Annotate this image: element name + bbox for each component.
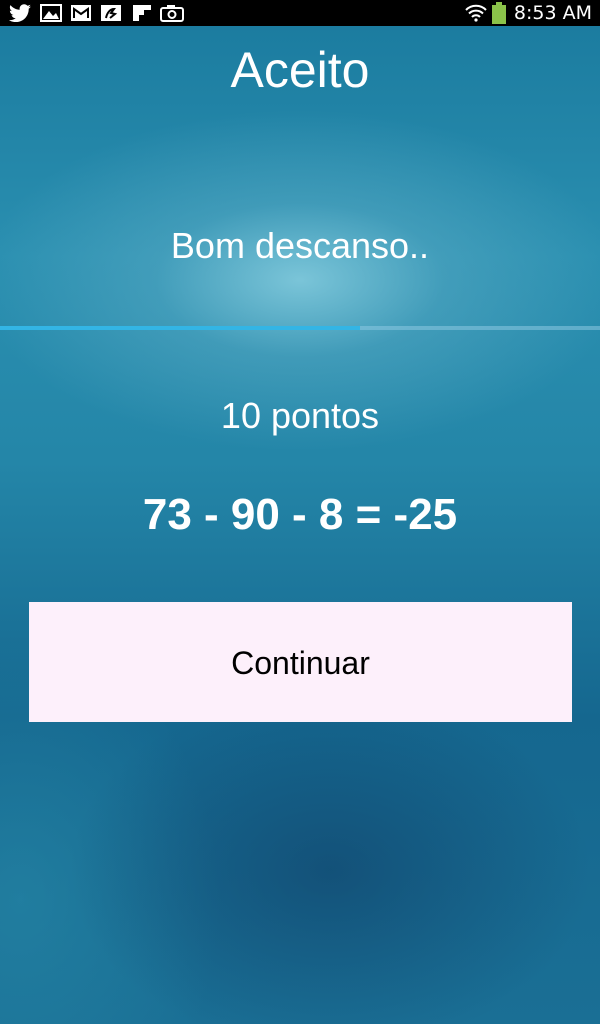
status-bar: 8:53 AM [0, 0, 600, 26]
status-time: 8:53 AM [513, 2, 592, 24]
screen-title: Aceito [230, 42, 370, 98]
continue-button[interactable]: Continuar [29, 602, 572, 722]
flipboard-icon [133, 5, 151, 21]
twitter-icon [9, 4, 31, 22]
wifi-icon [465, 4, 487, 22]
gallery-icon [40, 4, 62, 22]
rest-message: Bom descanso.. [170, 225, 430, 266]
gmail-icon [71, 5, 91, 21]
app-icon [101, 5, 121, 21]
battery-icon [492, 2, 506, 24]
progress-bar-fill [0, 326, 360, 330]
camera-icon [160, 5, 184, 22]
app-screen: 8:53 AM Aceito Bom descanso.. 10 pontos … [0, 0, 600, 1024]
equation-result: 73 - 90 - 8 = -25 [142, 490, 458, 539]
progress-bar [0, 326, 600, 330]
points-label: 10 pontos [220, 395, 380, 436]
